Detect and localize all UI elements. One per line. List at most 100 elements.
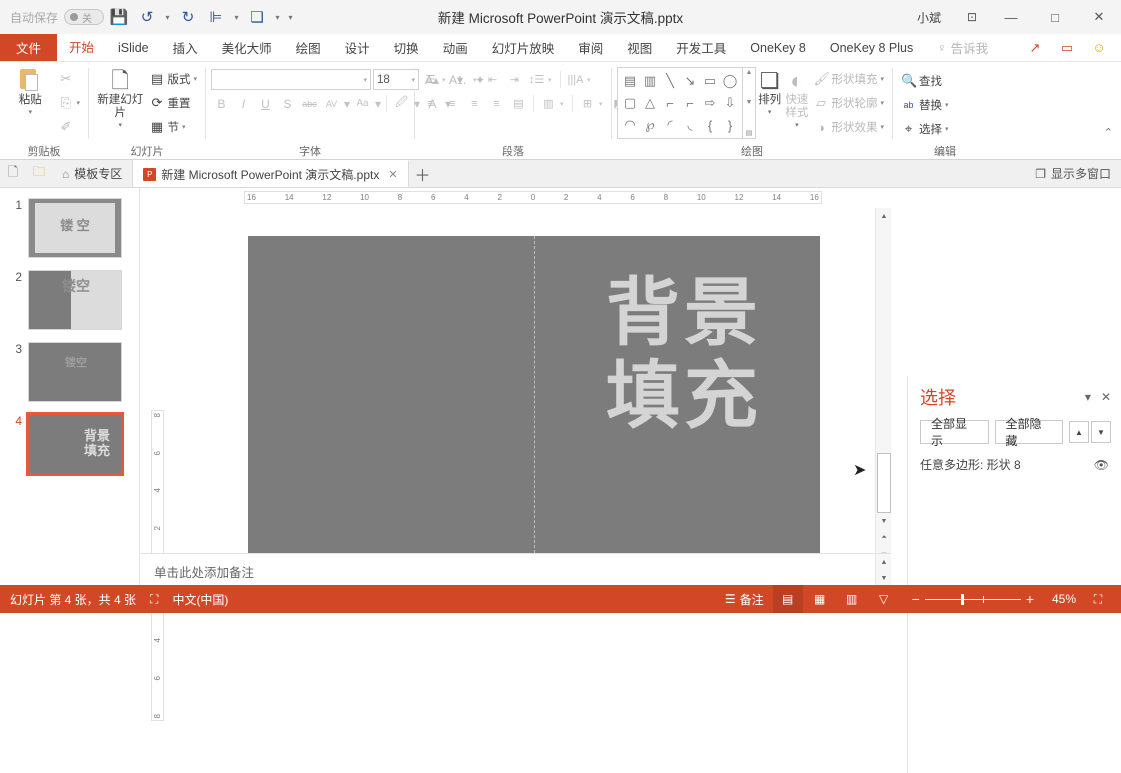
hide-all-button[interactable]: 全部隐藏 (995, 420, 1064, 444)
columns-button[interactable]: ▥ (538, 93, 559, 114)
strikethrough-button[interactable]: abc (299, 93, 320, 114)
quick-styles-dropdown-icon[interactable]: ▾ (795, 121, 799, 129)
shape-left-brace-icon[interactable]: { (700, 114, 720, 136)
notes-button[interactable]: ☰ 备注 (718, 585, 771, 613)
autosave-control[interactable]: 自动保存 关 (10, 9, 104, 26)
tab-design[interactable]: 设计 (333, 34, 382, 61)
thumbnail-slide-1[interactable]: 镂 空 (28, 198, 122, 258)
slide-surface[interactable]: 背景 填充 (248, 236, 820, 558)
align-center-button[interactable]: ≡ (442, 93, 463, 114)
character-spacing-dropdown-icon[interactable]: ▾ (343, 93, 351, 114)
shape-down-arrow-icon[interactable]: ⇩ (720, 92, 740, 114)
scroll-up-icon[interactable]: ▲ (876, 208, 892, 224)
tab-transitions[interactable]: 切换 (382, 34, 431, 61)
multi-window-button[interactable]: ❐ 显示多窗口 (1035, 160, 1121, 187)
select-button[interactable]: ⌖ 选择▾ (898, 118, 952, 140)
horizontal-ruler[interactable]: 16 14 12 10 8 6 4 2 0 2 4 6 8 10 12 14 1… (244, 191, 822, 204)
thumbnail-slide-3[interactable]: 镂空 (28, 342, 122, 402)
zoom-level-label[interactable]: 45% (1047, 592, 1081, 606)
shape-elbow-connector-icon[interactable]: ⌐ (660, 92, 680, 114)
slide-canvas[interactable]: 背景 填充 (166, 208, 891, 563)
thumbnail-slide-2[interactable]: 镂空 (28, 270, 122, 330)
previous-slide-icon[interactable]: ⏶ (876, 530, 892, 546)
character-spacing-button[interactable]: AV (321, 93, 342, 114)
tab-tell-me[interactable]: ♀ 告诉我 (925, 34, 1000, 61)
fit-slide-icon[interactable]: ⛶ (1083, 585, 1113, 613)
shape-scribble-icon[interactable]: ℘ (640, 114, 660, 136)
reading-view-icon[interactable]: ▥ (837, 585, 867, 613)
scrollbar-thumb[interactable] (877, 453, 891, 513)
shape-fill-button[interactable]: 🖌 形状填充▾ (810, 68, 887, 90)
slide-text-shape[interactable]: 背景 填充 (606, 272, 762, 438)
shape-rounded-rect-icon[interactable]: ▢ (620, 92, 640, 114)
shape-textbox-icon[interactable]: ▤ (620, 70, 640, 92)
new-slide-button[interactable]: 🗋 新建幻灯片 ▾ (94, 65, 146, 129)
reset-button[interactable]: ⟳ 重置 (146, 92, 200, 114)
bullets-button[interactable]: ☰ (420, 69, 441, 90)
shapes-scroll-down-icon[interactable]: ▼ (746, 99, 753, 106)
bold-button[interactable]: B (211, 93, 232, 114)
shape-effects-button[interactable]: ◑ 形状效果▾ (810, 116, 887, 138)
undo-dropdown-icon[interactable]: ▾ (162, 5, 173, 29)
thumbnail-item[interactable]: 3 镂空 (0, 342, 139, 414)
maximize-button[interactable]: □ (1033, 0, 1077, 34)
notes-scrollbar[interactable]: ▲ ▼ (875, 554, 891, 586)
shape-arrow-icon[interactable]: ↘ (680, 70, 700, 92)
zoom-in-button[interactable]: + (1021, 591, 1039, 607)
notes-placeholder[interactable]: 单击此处添加备注 (140, 554, 891, 589)
replace-button[interactable]: ab 替换▾ (898, 94, 952, 116)
canvas-vertical-scrollbar[interactable]: ▲ ▼ ⏶ ⏷ (875, 208, 891, 563)
shapes-scroll-up-icon[interactable]: ▲ (746, 69, 753, 76)
italic-button[interactable]: I (233, 93, 254, 114)
notes-scroll-down-icon[interactable]: ▼ (876, 570, 892, 586)
align-text-button[interactable]: ⊞ (577, 93, 598, 114)
normal-view-icon[interactable]: ▤ (773, 585, 803, 613)
shape-outline-button[interactable]: ▱ 形状轮廓▾ (810, 92, 887, 114)
tab-islide[interactable]: iSlide (106, 34, 161, 61)
tab-onekey8plus[interactable]: OneKey 8 Plus (818, 34, 925, 61)
start-presentation-icon[interactable]: ⊫ (203, 5, 229, 29)
align-left-button[interactable]: ≡ (420, 93, 441, 114)
shape-right-arrow-icon[interactable]: ⇨ (700, 92, 720, 114)
change-case-dropdown-icon[interactable]: ▾ (374, 93, 382, 114)
tab-template-zone[interactable]: ⌂ 模板专区 (52, 160, 133, 187)
underline-button[interactable]: U (255, 93, 276, 114)
tab-onekey8[interactable]: OneKey 8 (738, 34, 818, 61)
shape-triangle-icon[interactable]: △ (640, 92, 660, 114)
collapse-ribbon-icon[interactable]: ⌃ (1104, 126, 1113, 139)
close-tab-icon[interactable]: ✕ (388, 168, 397, 181)
pane-menu-icon[interactable]: ▾ (1085, 390, 1091, 404)
zoom-out-button[interactable]: − (907, 591, 925, 607)
thumbnail-item[interactable]: 1 镂 空 (0, 198, 139, 270)
align-right-button[interactable]: ≡ (464, 93, 485, 114)
tab-draw[interactable]: 绘图 (284, 34, 333, 61)
shapes-more-icon[interactable]: ▤ (746, 129, 753, 137)
arrange-button[interactable]: ❏ 排列 ▾ (756, 65, 783, 116)
tab-view[interactable]: 视图 (615, 34, 664, 61)
scroll-down-icon[interactable]: ▼ (876, 513, 892, 529)
new-slide-dropdown-icon[interactable]: ▾ (118, 121, 122, 129)
comment-icon[interactable]: ▭ (1051, 34, 1083, 62)
text-direction-button[interactable]: |||A (565, 69, 586, 90)
tab-home[interactable]: 开始 (57, 34, 106, 61)
shape-arc-icon[interactable]: ◜ (660, 114, 680, 136)
layout-button[interactable]: ▤ 版式▾ (146, 68, 200, 90)
tab-beautify[interactable]: 美化大师 (210, 34, 284, 61)
shape-elbow-arrow-icon[interactable]: ⌐ (680, 92, 700, 114)
tab-insert[interactable]: 插入 (161, 34, 210, 61)
font-size-input[interactable]: 18 ▾ (373, 69, 419, 90)
more-icon[interactable]: ▾ (285, 5, 296, 29)
arrange-dropdown-icon[interactable]: ▾ (768, 108, 772, 116)
share-icon[interactable]: ↗ (1019, 34, 1051, 62)
section-button[interactable]: ▦ 节▾ (146, 116, 200, 138)
move-up-icon[interactable]: ▲ (1069, 421, 1089, 443)
thumbnail-item[interactable]: 4 背景填充 (0, 414, 139, 486)
accessibility-icon[interactable]: ⛶ (150, 592, 158, 607)
new-tab-icon[interactable]: ＋ (409, 160, 437, 187)
shape-curve-icon[interactable]: ◟ (680, 114, 700, 136)
slideshow-icon[interactable]: ▽ (869, 585, 899, 613)
shape-rectangle-icon[interactable]: ▭ (700, 70, 720, 92)
show-all-button[interactable]: 全部显示 (920, 420, 989, 444)
quick-styles-button[interactable]: ◐ 快速样式 ▾ (783, 65, 810, 129)
open-folder-icon[interactable]: 🗀 (26, 160, 52, 187)
